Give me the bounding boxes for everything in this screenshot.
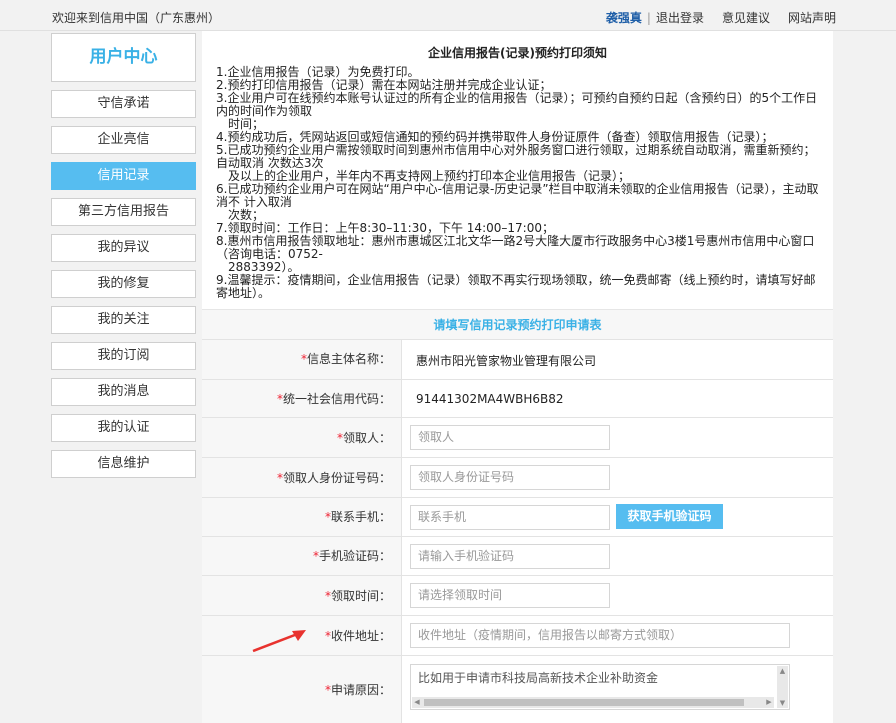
- form-row-sms-code: *手机验证码： 请输入手机验证码: [202, 536, 833, 575]
- scroll-down-icon[interactable]: ▼: [777, 698, 788, 708]
- sidebar-item-trust-pledge[interactable]: 守信承诺: [51, 90, 196, 118]
- address-label: 收件地址：: [330, 629, 391, 643]
- field-label: *手机验证码：: [202, 537, 402, 575]
- statement-link[interactable]: 网站声明: [788, 9, 836, 26]
- reason-text: 比如用于申请市科技局高新技术企业补助资金: [418, 671, 659, 685]
- sidebar-item-enterprise-highlight[interactable]: 企业亮信: [51, 126, 196, 154]
- form-row-pickup-time: *领取时间： 请选择领取时间: [202, 575, 833, 615]
- form-row-credit-code: *统一社会信用代码： 91441302MA4WBH6B82: [202, 379, 833, 417]
- scroll-left-icon[interactable]: ◀: [412, 698, 422, 707]
- entity-name-value: 惠州市阳光管家物业管理有限公司: [416, 354, 597, 368]
- scrollbar-thumb[interactable]: [424, 699, 744, 706]
- form-row-receiver: *领取人： 领取人: [202, 417, 833, 457]
- reason-textarea[interactable]: 比如用于申请市科技局高新技术企业补助资金 ▲ ▼ ◀ ▶: [410, 664, 790, 710]
- form-row-phone: *联系手机： 联系手机 获取手机验证码: [202, 497, 833, 536]
- sidebar-item-my-follow[interactable]: 我的关注: [51, 306, 196, 334]
- main-panel: 企业信用报告(记录)预约打印须知 1.企业信用报告（记录）为免费打印。 2.预约…: [202, 31, 833, 723]
- field-label: *领取时间：: [202, 576, 402, 615]
- notice-line: 9.温馨提示：疫情期间，企业信用报告（记录）领取不再实行现场领取，统一免费邮寄（…: [216, 273, 816, 300]
- feedback-link[interactable]: 意见建议: [722, 9, 770, 26]
- sidebar-title: 用户中心: [51, 33, 196, 82]
- receiver-input[interactable]: 领取人: [410, 425, 610, 450]
- receiver-label: 领取人：: [342, 431, 391, 445]
- form-row-reason: *申请原因： 比如用于申请市科技局高新技术企业补助资金 ▲ ▼ ◀ ▶: [202, 655, 833, 723]
- notice-line: 8.惠州市信用报告领取地址：惠州市惠城区江北文华一路2号大隆大厦市行政服务中心3…: [216, 234, 815, 261]
- sidebar: 用户中心 守信承诺 企业亮信 信用记录 第三方信用报告 我的异议 我的修复 我的…: [51, 31, 196, 723]
- sidebar-item-info-maintenance[interactable]: 信息维护: [51, 450, 196, 478]
- receiver-id-input[interactable]: 领取人身份证号码: [410, 465, 610, 490]
- receiver-id-label: 领取人身份证号码：: [282, 471, 391, 485]
- address-input[interactable]: 收件地址（疫情期间，信用报告以邮寄方式领取）: [410, 623, 790, 648]
- phone-label: 联系手机：: [330, 510, 391, 524]
- get-sms-code-button[interactable]: 获取手机验证码: [616, 504, 723, 529]
- separator: |: [646, 11, 651, 25]
- sms-code-input[interactable]: 请输入手机验证码: [410, 544, 610, 569]
- sidebar-item-third-party-report[interactable]: 第三方信用报告: [51, 198, 196, 226]
- sidebar-item-my-repair[interactable]: 我的修复: [51, 270, 196, 298]
- form-row-receiver-id: *领取人身份证号码： 领取人身份证号码: [202, 457, 833, 497]
- notice-line: 3.企业用户可在线预约本账号认证过的所有企业的信用报告（记录）；可预约自预约日起…: [216, 91, 818, 118]
- scroll-right-icon[interactable]: ▶: [764, 698, 774, 707]
- logout-link[interactable]: 退出登录: [656, 9, 704, 26]
- top-links: 袭强真 | 退出登录 意见建议 网站声明: [606, 9, 836, 26]
- notice-body: 1.企业信用报告（记录）为免费打印。 2.预约打印信用报告（记录）需在本网站注册…: [216, 66, 824, 300]
- field-label: *申请原因：: [202, 656, 402, 723]
- red-arrow-annotation: [252, 630, 306, 653]
- top-bar: 欢迎来到信用中国（广东惠州） 袭强真 | 退出登录 意见建议 网站声明: [0, 0, 896, 31]
- phone-input[interactable]: 联系手机: [410, 505, 610, 530]
- credit-code-label: 统一社会信用代码：: [282, 392, 391, 406]
- sidebar-item-my-objection[interactable]: 我的异议: [51, 234, 196, 262]
- field-label: *领取人身份证号码：: [202, 458, 402, 497]
- pickup-time-label: 领取时间：: [330, 589, 391, 603]
- sidebar-item-my-subscription[interactable]: 我的订阅: [51, 342, 196, 370]
- field-label: *信息主体名称：: [202, 340, 402, 379]
- notice-title: 企业信用报告(记录)预约打印须知: [428, 46, 607, 60]
- vertical-scrollbar[interactable]: ▲ ▼: [777, 666, 788, 708]
- pickup-time-input[interactable]: 请选择领取时间: [410, 583, 610, 608]
- field-label: *领取人：: [202, 418, 402, 457]
- scroll-up-icon[interactable]: ▲: [777, 666, 788, 676]
- username-link[interactable]: 袭强真: [606, 9, 642, 26]
- form-heading: 请填写信用记录预约打印申请表: [202, 309, 833, 339]
- credit-code-value: 91441302MA4WBH6B82: [416, 392, 564, 406]
- form-row-entity-name: *信息主体名称： 惠州市阳光管家物业管理有限公司: [202, 339, 833, 379]
- notice-line: 5.已成功预约企业用户需按领取时间到惠州市信用中心对外服务窗口进行领取，过期系统…: [216, 143, 816, 170]
- sms-code-label: 手机验证码：: [318, 549, 391, 563]
- sidebar-item-credit-record[interactable]: 信用记录: [51, 162, 196, 190]
- entity-name-label: 信息主体名称：: [306, 352, 391, 366]
- sidebar-item-my-certification[interactable]: 我的认证: [51, 414, 196, 442]
- welcome-text: 欢迎来到信用中国（广东惠州）: [52, 11, 221, 25]
- field-label: *统一社会信用代码：: [202, 380, 402, 417]
- horizontal-scrollbar[interactable]: ◀ ▶: [412, 697, 774, 708]
- field-label: *联系手机：: [202, 498, 402, 536]
- reason-label: 申请原因：: [330, 683, 391, 697]
- sidebar-item-my-messages[interactable]: 我的消息: [51, 378, 196, 406]
- notice-line: 6.已成功预约企业用户可在网站“用户中心-信用记录-历史记录”栏目中取消未领取的…: [216, 182, 819, 209]
